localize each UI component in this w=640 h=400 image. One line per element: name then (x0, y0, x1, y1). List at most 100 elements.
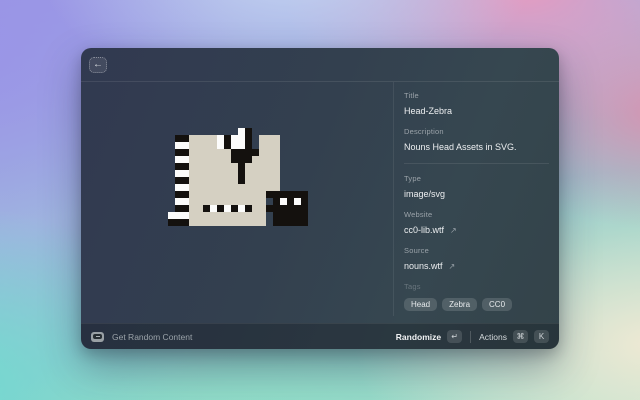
pixel-cell (238, 149, 245, 156)
pixel-cell (294, 142, 301, 149)
pixel-cell (210, 135, 217, 142)
pixel-cell (231, 170, 238, 177)
pixel-cell (245, 170, 252, 177)
pixel-cell (210, 142, 217, 149)
pixel-cell (266, 219, 273, 226)
pixel-cell (182, 184, 189, 191)
pixel-cell (273, 163, 280, 170)
pixel-cell (294, 135, 301, 142)
field-website: Websitecc0-lib.wtf↗ (404, 210, 549, 236)
pixel-cell (217, 142, 224, 149)
pixel-cell (168, 177, 175, 184)
pixel-cell (301, 163, 308, 170)
pixel-cell (203, 191, 210, 198)
pixel-cell (175, 205, 182, 212)
pixel-cell (210, 184, 217, 191)
pixel-cell (175, 177, 182, 184)
randomize-button[interactable]: Randomize ↵ (396, 330, 462, 343)
pixel-cell (224, 149, 231, 156)
actions-button[interactable]: Actions ⌘ K (479, 330, 549, 343)
pixel-cell (203, 177, 210, 184)
pixel-cell (259, 191, 266, 198)
field-label: Title (404, 91, 549, 101)
pixel-cell (224, 156, 231, 163)
pixel-cell (196, 128, 203, 135)
pixel-cell (210, 156, 217, 163)
pixel-cell (238, 163, 245, 170)
pixel-cell (189, 170, 196, 177)
pixel-cell (259, 212, 266, 219)
field-value-row: Head-Zebra (404, 105, 549, 117)
pixel-cell (196, 142, 203, 149)
pixel-cell (168, 170, 175, 177)
pixel-cell (266, 156, 273, 163)
pixel-cell (175, 191, 182, 198)
pixel-cell (168, 219, 175, 226)
pixel-cell (182, 205, 189, 212)
pixel-cell (252, 135, 259, 142)
pixel-cell (245, 142, 252, 149)
pixel-cell (301, 212, 308, 219)
pixel-cell (217, 163, 224, 170)
pixel-cell (231, 128, 238, 135)
field-value[interactable]: cc0-lib.wtf (404, 224, 444, 236)
pixel-cell (273, 191, 280, 198)
pixel-cell (168, 205, 175, 212)
field-label: Website (404, 210, 549, 220)
field-label: Description (404, 127, 549, 137)
pixel-cell (301, 177, 308, 184)
pixel-cell (189, 198, 196, 205)
pixel-cell (182, 219, 189, 226)
pixel-cell (238, 191, 245, 198)
pixel-cell (168, 212, 175, 219)
pixel-cell (168, 149, 175, 156)
preview-pane (81, 82, 393, 323)
pixel-cell (280, 142, 287, 149)
field-value: image/svg (404, 188, 445, 200)
pixel-cell (182, 156, 189, 163)
extension-icon (91, 332, 104, 342)
pixel-cell (280, 135, 287, 142)
field-value: Nouns Head Assets in SVG. (404, 141, 517, 153)
pixel-cell (280, 212, 287, 219)
back-button[interactable]: ← (89, 57, 107, 73)
pixel-cell (287, 184, 294, 191)
pixel-cell (231, 149, 238, 156)
pixel-cell (287, 198, 294, 205)
pixel-cell (210, 219, 217, 226)
pixel-cell (280, 198, 287, 205)
pixel-cell (168, 198, 175, 205)
section-divider (404, 163, 549, 164)
pixel-cell (266, 170, 273, 177)
pixel-cell (168, 142, 175, 149)
pixel-cell (280, 205, 287, 212)
pixel-cell (203, 198, 210, 205)
pixel-cell (210, 163, 217, 170)
tag-list: HeadZebraCC0Nouns (404, 298, 549, 316)
pixel-cell (287, 142, 294, 149)
pixel-cell (287, 163, 294, 170)
pixel-cell (266, 205, 273, 212)
field-value[interactable]: nouns.wtf (404, 260, 443, 272)
pixel-cell (259, 177, 266, 184)
field-label: Source (404, 246, 549, 256)
pixel-cell (196, 170, 203, 177)
footer-actions: Randomize ↵ Actions ⌘ K (396, 330, 549, 343)
field-tags: TagsHeadZebraCC0Nouns (404, 282, 549, 316)
pixel-cell (217, 212, 224, 219)
pixel-cell (238, 212, 245, 219)
pixel-cell (182, 128, 189, 135)
pixel-cell (287, 177, 294, 184)
pixel-cell (259, 149, 266, 156)
pixel-cell (287, 156, 294, 163)
pixel-cell (266, 128, 273, 135)
pixel-cell (294, 163, 301, 170)
pixel-cell (224, 205, 231, 212)
pixel-cell (217, 128, 224, 135)
pixel-cell (259, 163, 266, 170)
details-panel: Title Head-Zebra Description Nouns Head Ass… (393, 82, 559, 316)
pixel-cell (175, 219, 182, 226)
pixel-cell (189, 212, 196, 219)
pixel-cell (266, 198, 273, 205)
pixel-cell (203, 149, 210, 156)
